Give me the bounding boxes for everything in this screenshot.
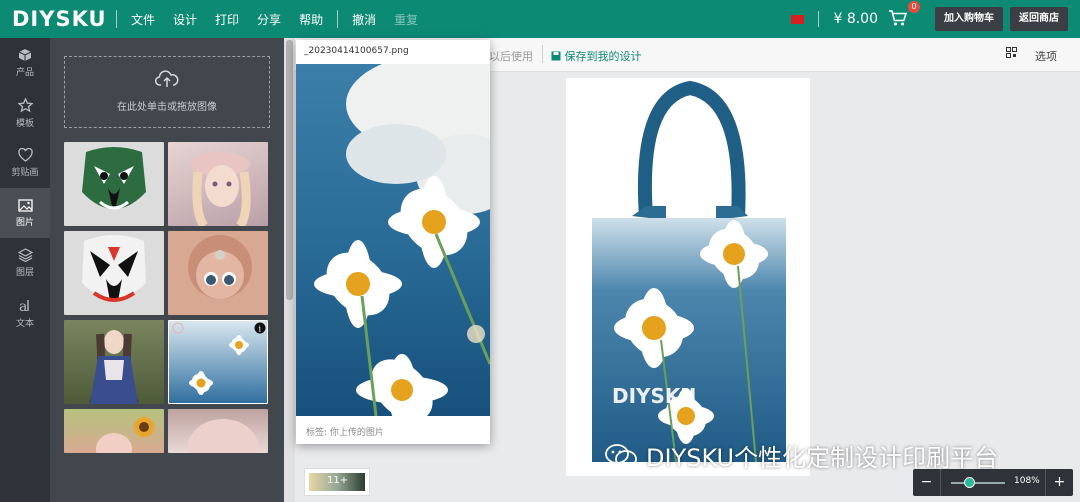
rail-item-image[interactable]: 图片 bbox=[0, 188, 50, 238]
heart-icon bbox=[17, 148, 33, 162]
rail-item-clipart[interactable]: 剪贴画 bbox=[0, 138, 50, 188]
rail-item-layers[interactable]: 图层 bbox=[0, 238, 50, 288]
color-swatch-button[interactable]: 11+ bbox=[304, 468, 370, 496]
brand-logo[interactable]: DIYSKU bbox=[12, 7, 106, 31]
save-icon bbox=[551, 51, 561, 61]
image-thumbnail[interactable] bbox=[168, 409, 268, 453]
divider bbox=[542, 45, 543, 63]
options-button[interactable]: 选项 bbox=[1035, 48, 1057, 64]
svg-text:a: a bbox=[19, 299, 27, 313]
zoom-slider-handle[interactable] bbox=[964, 477, 975, 488]
rail-label: 图层 bbox=[15, 268, 34, 278]
menu-design[interactable]: 设计 bbox=[173, 11, 197, 28]
layers-icon bbox=[17, 248, 33, 262]
bag-brand-text: DIYSKU bbox=[612, 384, 696, 408]
menu-print[interactable]: 打印 bbox=[215, 11, 239, 28]
design-canvas[interactable]: DIYSKU bbox=[566, 78, 810, 476]
header-right: ¥ 8.00 0 加入购物车 返回商店 bbox=[791, 0, 1068, 38]
use-later-button[interactable]: 以后使用 bbox=[489, 48, 533, 64]
image-thumbnail[interactable] bbox=[168, 142, 268, 226]
rail-item-template[interactable]: 模板 bbox=[0, 88, 50, 138]
swatch-count: 11+ bbox=[327, 475, 349, 486]
zoom-in-button[interactable]: + bbox=[1045, 469, 1073, 496]
cart-count-badge: 0 bbox=[908, 1, 920, 13]
image-icon bbox=[17, 198, 33, 212]
zoom-slider-track[interactable] bbox=[951, 482, 1005, 484]
save-to-my-designs-button[interactable]: 保存到我的设计 bbox=[551, 48, 642, 64]
image-thumbnail-selected[interactable]: i bbox=[168, 320, 268, 404]
zoom-control: − 108% + bbox=[913, 469, 1073, 496]
image-thumbnail[interactable] bbox=[64, 142, 164, 226]
add-to-cart-button[interactable]: 加入购物车 bbox=[935, 7, 1003, 31]
wechat-icon bbox=[605, 443, 637, 468]
rail-label: 产品 bbox=[15, 68, 34, 78]
preview-filename: _20230414100657.png bbox=[304, 46, 409, 56]
tool-rail: 产品 模板 剪贴画 图片 图层 a 文本 bbox=[0, 38, 50, 502]
upload-cloud-icon bbox=[154, 70, 179, 87]
redo-button[interactable]: 重复 bbox=[394, 11, 418, 28]
top-bar: DIYSKU 文件 设计 打印 分享 帮助 撤消 重复 ¥ 8.00 0 加入购… bbox=[0, 0, 1080, 38]
back-to-store-button[interactable]: 返回商店 bbox=[1010, 7, 1068, 31]
cart-icon[interactable]: 0 bbox=[888, 1, 920, 29]
undo-button[interactable]: 撤消 bbox=[352, 11, 376, 28]
qr-code-icon[interactable] bbox=[1006, 47, 1017, 58]
save-label: 保存到我的设计 bbox=[564, 50, 642, 63]
divider bbox=[337, 10, 339, 28]
image-thumbnail[interactable] bbox=[64, 231, 164, 315]
rail-label: 图片 bbox=[15, 217, 34, 228]
preview-tags: 标签: 你上传的图片 bbox=[306, 428, 384, 438]
rail-label: 剪贴画 bbox=[11, 168, 39, 178]
upload-dropzone[interactable]: 在此处单击或拖放图像 bbox=[64, 56, 270, 128]
divider bbox=[116, 10, 117, 28]
cube-icon bbox=[18, 49, 32, 61]
image-panel: 在此处单击或拖放图像 i bbox=[50, 38, 284, 502]
divider bbox=[818, 11, 820, 27]
menu-help[interactable]: 帮助 bbox=[299, 11, 323, 28]
zoom-value: 108% bbox=[1014, 476, 1040, 486]
rail-label: 文本 bbox=[15, 318, 34, 329]
image-thumbnail[interactable] bbox=[64, 320, 164, 404]
star-icon bbox=[17, 97, 33, 112]
zoom-out-button[interactable]: − bbox=[913, 469, 941, 496]
watermark: DIYSKU个性化定制设计印刷平台 bbox=[604, 438, 998, 473]
preview-image bbox=[296, 64, 490, 416]
tote-bag-mockup[interactable]: DIYSKU bbox=[566, 78, 810, 476]
menu-share[interactable]: 分享 bbox=[257, 11, 281, 28]
rail-item-product[interactable]: 产品 bbox=[0, 38, 50, 88]
image-thumbnail[interactable] bbox=[64, 409, 164, 453]
upload-label: 在此处单击或拖放图像 bbox=[117, 102, 217, 113]
image-thumbnail[interactable] bbox=[168, 231, 268, 315]
menu-file[interactable]: 文件 bbox=[131, 11, 155, 28]
watermark-text: DIYSKU个性化定制设计印刷平台 bbox=[646, 444, 999, 472]
panel-scrollbar-thumb[interactable] bbox=[286, 40, 293, 300]
text-icon: a bbox=[19, 299, 29, 313]
image-preview-popover: _20230414100657.png 标签: 你上传的图片 bbox=[296, 40, 490, 444]
flag-icon[interactable] bbox=[791, 14, 805, 24]
rail-label: 模板 bbox=[15, 118, 34, 129]
rail-item-text[interactable]: a 文本 bbox=[0, 288, 50, 338]
svg-text:i: i bbox=[259, 325, 262, 334]
price-total: ¥ 8.00 bbox=[833, 11, 878, 27]
